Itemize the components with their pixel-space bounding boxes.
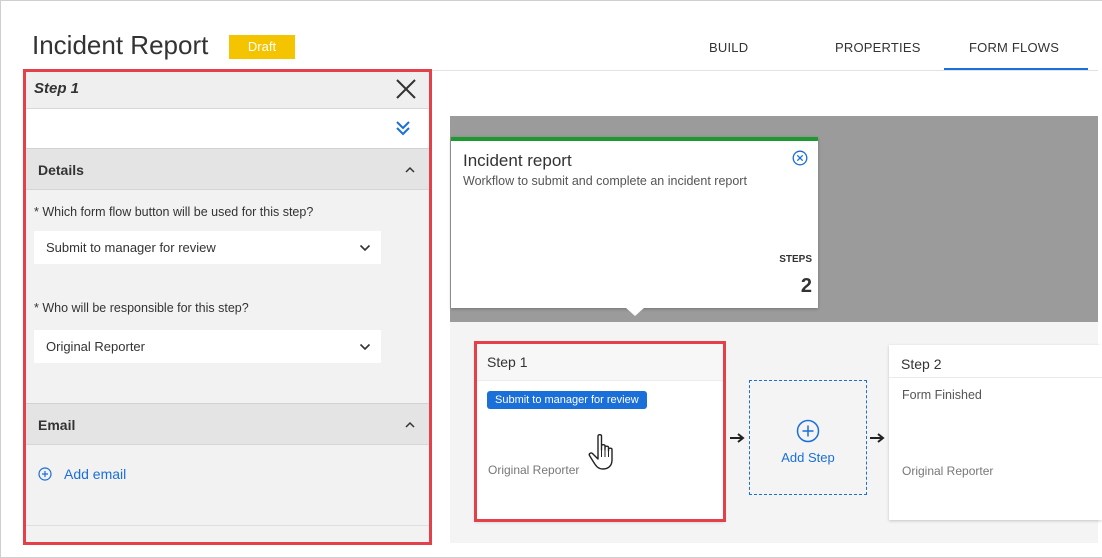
form-flow-card[interactable]: Incident report Workflow to submit and c… xyxy=(451,137,818,308)
panel-title: Step 1 xyxy=(34,80,80,97)
details-heading: Details xyxy=(38,162,84,178)
chevron-up-icon xyxy=(405,166,415,173)
flow-name: Incident report xyxy=(463,151,572,170)
add-email-label: Add email xyxy=(64,466,127,482)
header-divider xyxy=(430,70,1098,71)
arrow-right-icon xyxy=(870,433,885,443)
steps-label: STEPS xyxy=(779,254,812,265)
chevron-down-icon xyxy=(359,244,371,252)
panel-header: Step 1 xyxy=(24,69,431,109)
flow-card-pointer xyxy=(625,307,645,316)
step-card-header: Step 1 xyxy=(475,343,724,381)
page-title: Incident Report xyxy=(32,30,209,60)
chevron-up-icon xyxy=(405,421,415,428)
step-owner: Original Reporter xyxy=(902,464,994,478)
email-heading: Email xyxy=(38,417,76,433)
step-card-1[interactable]: Step 1 Submit to manager for review Orig… xyxy=(475,343,724,521)
plus-circle-icon xyxy=(38,467,52,481)
step-settings-panel: Step 1 Details * Which form flow button … xyxy=(24,69,431,544)
responsible-value: Original Reporter xyxy=(46,339,145,354)
button-question-label: * Which form flow button will be used fo… xyxy=(34,205,314,219)
responsible-question-label: * Who will be responsible for this step? xyxy=(34,301,249,315)
add-step-label: Add Step xyxy=(781,450,835,465)
step-title: Step 2 xyxy=(901,356,942,372)
remove-circle-icon[interactable] xyxy=(792,150,808,166)
details-section-header[interactable]: Details xyxy=(24,148,431,190)
form-flow-button-value: Submit to manager for review xyxy=(46,240,216,255)
panel-divider xyxy=(24,525,431,526)
tab-properties[interactable]: PROPERTIES xyxy=(835,40,921,55)
chevron-down-icon xyxy=(359,343,371,351)
step-card-header: Step 2 xyxy=(889,345,1102,378)
hand-cursor-icon xyxy=(588,433,613,470)
close-icon[interactable] xyxy=(393,76,419,102)
arrow-right-icon xyxy=(730,433,745,443)
responsible-select[interactable]: Original Reporter xyxy=(34,330,381,363)
active-tab-indicator xyxy=(944,68,1088,70)
status-badge: Draft xyxy=(229,35,295,59)
expand-all-icon[interactable] xyxy=(395,119,411,137)
tab-form-flows[interactable]: FORM FLOWS xyxy=(969,40,1059,55)
steps-count: 2 xyxy=(800,275,812,297)
flow-description: Workflow to submit and complete an incid… xyxy=(463,174,747,188)
panel-toolbar xyxy=(24,109,431,148)
form-flow-button-select[interactable]: Submit to manager for review xyxy=(34,231,381,264)
tab-build[interactable]: BUILD xyxy=(709,40,748,55)
step-card-2[interactable]: Step 2 Form Finished Original Reporter xyxy=(889,345,1102,520)
step-subtitle: Form Finished xyxy=(902,388,982,402)
email-section-header[interactable]: Email xyxy=(24,403,431,445)
step-button-pill[interactable]: Submit to manager for review xyxy=(487,391,647,409)
step-owner: Original Reporter xyxy=(488,463,580,477)
plus-circle-icon xyxy=(796,419,820,443)
step-title: Step 1 xyxy=(487,354,528,370)
add-step-button[interactable]: Add Step xyxy=(749,380,867,495)
